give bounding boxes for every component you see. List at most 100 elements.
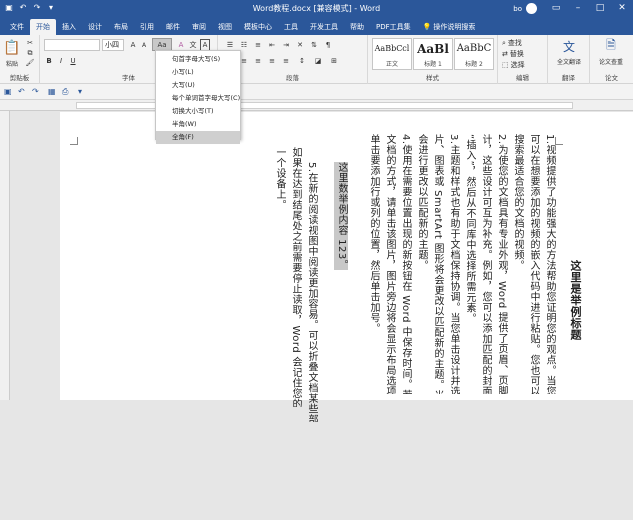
layout-icon[interactable]: ▦ [48, 87, 56, 96]
body-column: “插入”，然后从不同库中选择所需元素。 [464, 134, 475, 324]
style-heading1-sample: AaBl [417, 42, 449, 56]
tab-design[interactable]: 设计 [82, 19, 108, 35]
copy-icon[interactable]: ⧉ [24, 48, 36, 58]
ribbon: 📋 粘贴 ✂ ⧉ 🖌 剪贴板 小四 A A Aa A 文 A B I U A 字… [0, 35, 633, 84]
qat-dropdown-icon[interactable]: ▾ [78, 87, 82, 96]
menu-item-capitalize-each-word[interactable]: 每个单词首字母大写(C) [156, 92, 240, 105]
avatar[interactable] [526, 3, 537, 14]
body-column: 3.主题和样式也有助于文档保持协调。当您单击设计并选择新的主 [448, 134, 459, 394]
show-marks-icon[interactable]: ¶ [322, 39, 334, 51]
shrink-font-icon[interactable]: A [139, 39, 149, 51]
ribbon-tabs: 文件 开始 插入 设计 布局 引用 邮件 审阅 视图 模板中心 工具 开发工具 … [0, 17, 633, 35]
tab-layout[interactable]: 布局 [108, 19, 134, 35]
borders-icon[interactable]: ⊞ [328, 55, 340, 67]
menu-item-lowercase[interactable]: 小写(L) [156, 66, 240, 79]
paper-check-icon[interactable]: 🗎 [601, 38, 621, 54]
body-column: 5.在新的阅读视图中阅读更加容易。可以折叠文档某些部分并关注 [306, 162, 317, 422]
style-heading2[interactable]: AaBbC 标题 2 [454, 38, 494, 70]
body-column: 计，这些设计可互为补充。例如，您可以添加匹配的封面、页眉和提要 [480, 134, 491, 394]
menu-item-full-width[interactable]: 全角(F) [156, 131, 240, 144]
menu-item-toggle-case[interactable]: 切换大小写(T) [156, 105, 240, 118]
style-normal[interactable]: AaBbCcl 正文 [372, 38, 412, 70]
tell-me-search[interactable]: 💡 操作说明搜索 [417, 19, 482, 35]
justify-icon[interactable]: ≡ [266, 55, 278, 67]
horizontal-ruler[interactable] [0, 100, 633, 111]
grow-font-icon[interactable]: A [128, 39, 138, 51]
full-translate-button[interactable]: 全文翻译 [550, 54, 588, 70]
select-button[interactable]: ⬚ 选择 [502, 60, 525, 70]
tab-references[interactable]: 引用 [134, 19, 160, 35]
paper-check-button[interactable]: 论文查重 [592, 54, 630, 70]
font-name-select[interactable] [44, 39, 100, 51]
ribbon-display-icon[interactable]: ▭ [545, 0, 567, 17]
replace-button[interactable]: ⇄ 替换 [502, 49, 524, 59]
paper-group: 🗎 论文查重 论文 [590, 35, 633, 84]
tab-view[interactable]: 视图 [212, 19, 238, 35]
tab-home[interactable]: 开始 [30, 19, 56, 35]
line-spacing-icon[interactable]: ↕ [296, 55, 308, 67]
user-name[interactable]: bo [513, 5, 522, 13]
find-button[interactable]: ⌕ 查找 [502, 38, 522, 48]
style-heading2-name: 标题 2 [465, 61, 483, 68]
decrease-indent-icon[interactable]: ⇤ [266, 39, 278, 51]
cut-icon[interactable]: ✂ [24, 38, 36, 48]
increase-indent-icon[interactable]: ⇥ [280, 39, 292, 51]
tab-template-center[interactable]: 模板中心 [238, 19, 278, 35]
tab-pdf-tools[interactable]: PDF工具集 [370, 19, 417, 35]
tab-file[interactable]: 文件 [4, 19, 30, 35]
close-icon[interactable]: ✕ [611, 0, 633, 17]
replace-icon: ⇄ [502, 50, 508, 58]
body-column: 一个设备上。 [274, 147, 285, 210]
select-icon: ⬚ [502, 61, 509, 69]
style-normal-name: 正文 [385, 61, 398, 68]
tab-help[interactable]: 帮助 [344, 19, 370, 35]
document-page[interactable]: 这里是举例标题 1.视频提供了功能强大的方法帮助您证明您的观点。当您单击联机 可… [60, 112, 633, 422]
search-icon: ⌕ [502, 38, 506, 47]
undo-small-icon[interactable]: ↶ [18, 87, 25, 96]
tab-mailings[interactable]: 邮件 [160, 19, 186, 35]
style-heading1[interactable]: AaBl 标题 1 [413, 38, 453, 70]
tab-developer[interactable]: 开发工具 [304, 19, 344, 35]
paper-label: 论文 [605, 74, 618, 82]
document-title: 这里是举例标题 [569, 260, 582, 341]
print-icon[interactable]: ⎙ [62, 87, 68, 97]
editing-label: 编辑 [516, 74, 529, 82]
tab-tools[interactable]: 工具 [278, 19, 304, 35]
quick-toolbar: ▣ ↶ ↷ ▦ ⎙ ▾ [0, 84, 633, 100]
maximize-icon[interactable]: □ [589, 0, 611, 17]
shading-icon[interactable]: ◪ [312, 55, 324, 67]
minimize-icon[interactable]: – [567, 0, 589, 17]
font-size-select[interactable]: 小四 [102, 39, 124, 51]
format-painter-icon[interactable]: 🖌 [24, 58, 36, 68]
style-heading1-name: 标题 1 [424, 61, 442, 68]
redo-small-icon[interactable]: ↷ [32, 87, 39, 96]
sort-icon[interactable]: ⇅ [308, 39, 320, 51]
align-right-icon[interactable]: ≡ [252, 55, 264, 67]
underline-icon[interactable]: U [68, 55, 78, 67]
tab-insert[interactable]: 插入 [56, 19, 82, 35]
tell-me-label: 操作说明搜索 [433, 23, 476, 31]
multilevel-list-icon[interactable]: ≡ [252, 39, 264, 51]
title-bar: ▣ ↶ ↷ ▾ Word教程.docx [兼容模式] - Word bo ▭ –… [0, 0, 633, 17]
paste-button[interactable]: 粘贴 [2, 59, 22, 68]
menu-item-sentence-case[interactable]: 句首字母大写(S) [156, 53, 240, 66]
chinese-layout-icon[interactable]: ✕ [294, 39, 306, 51]
body-column: 1.视频提供了功能强大的方法帮助您证明您的观点。当您单击联机 [544, 134, 555, 394]
vertical-ruler[interactable] [0, 111, 10, 400]
translate-icon[interactable]: 文 [558, 38, 580, 54]
tab-review[interactable]: 审阅 [186, 19, 212, 35]
select-label: 选择 [510, 61, 525, 69]
menu-item-uppercase[interactable]: 大写(U) [156, 79, 240, 92]
editing-group: ⌕ 查找 ⇄ 替换 ⬚ 选择 编辑 [498, 35, 548, 84]
body-column: 2.为使您的文档具有专业外观，Word 提供了页眉、页脚、封面和 [496, 134, 507, 394]
italic-icon[interactable]: I [56, 55, 66, 67]
bold-icon[interactable]: B [44, 55, 54, 67]
menu-item-half-width[interactable]: 半角(W) [156, 118, 240, 131]
save-small-icon[interactable]: ▣ [4, 87, 12, 96]
paste-icon[interactable]: 📋 [3, 37, 20, 59]
clipboard-group: 📋 粘贴 ✂ ⧉ 🖌 剪贴板 [0, 35, 40, 84]
distributed-icon[interactable]: ≡ [280, 55, 292, 67]
body-column: 搜索最适合您的文档的视频。 [512, 134, 523, 271]
replace-label: 替换 [509, 50, 524, 58]
margin-corner [555, 137, 563, 145]
